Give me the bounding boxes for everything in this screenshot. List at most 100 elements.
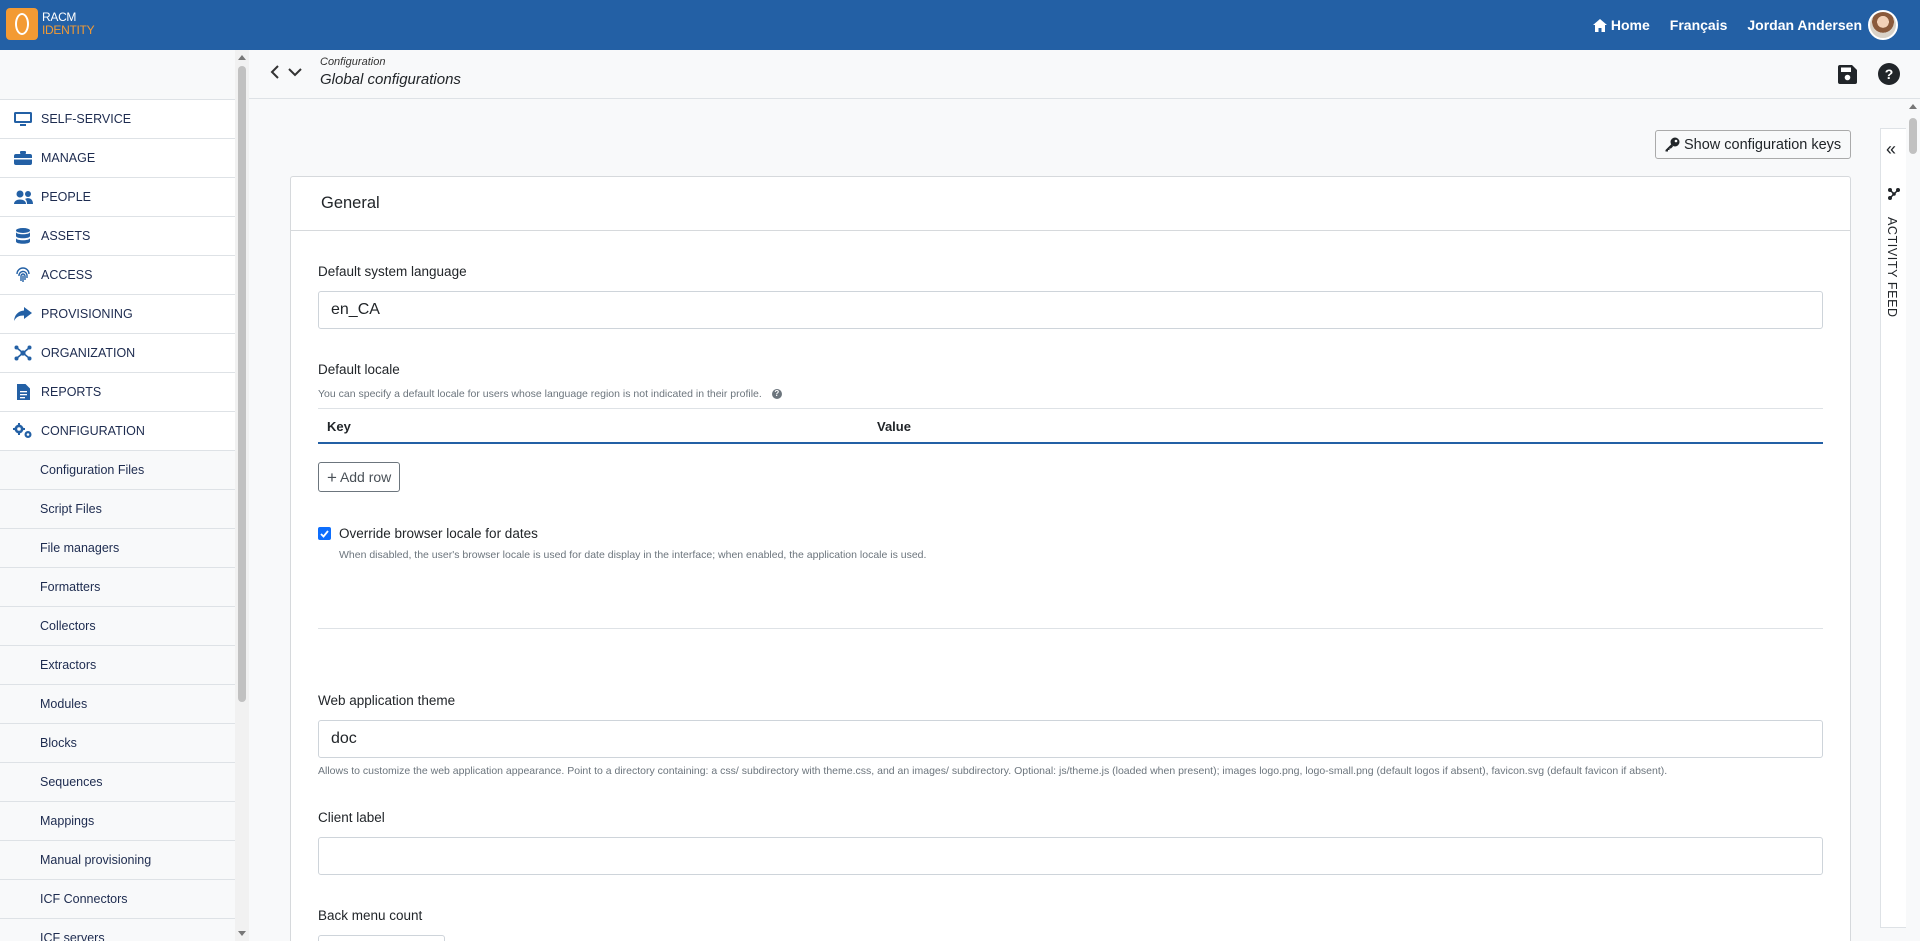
default-language-label: Default system language xyxy=(318,264,467,279)
back-menu-count-input[interactable] xyxy=(318,935,445,941)
column-header-key[interactable]: Key xyxy=(327,419,351,434)
sidebar-subitem-icf-connectors[interactable]: ICF Connectors xyxy=(0,880,235,919)
sidebar-item-people[interactable]: PEOPLE xyxy=(0,178,235,217)
top-nav: Home Français Jordan Andersen xyxy=(1573,0,1898,50)
main-scroll-up-arrow-icon[interactable] xyxy=(1909,104,1917,109)
column-header-value[interactable]: Value xyxy=(877,419,911,434)
client-label-label: Client label xyxy=(318,810,385,825)
monitor-icon xyxy=(13,111,33,127)
sidebar: SELF-SERVICE MANAGE PEOPLE ASSETS ACCESS… xyxy=(0,50,235,941)
override-locale-hint: When disabled, the user's browser locale… xyxy=(339,549,927,561)
add-row-button[interactable]: + Add row xyxy=(318,462,401,492)
sidebar-subitem-formatters[interactable]: Formatters xyxy=(0,568,235,607)
sidebar-item-assets[interactable]: ASSETS xyxy=(0,217,235,256)
sidebar-scroll-thumb[interactable] xyxy=(238,66,246,702)
cogs-icon xyxy=(13,423,33,439)
override-locale-label[interactable]: Override browser locale for dates xyxy=(339,526,538,541)
user-name: Jordan Andersen xyxy=(1747,17,1862,33)
share-icon xyxy=(13,306,33,322)
general-settings-card: General Default system language en_CA De… xyxy=(290,176,1851,941)
theme-input[interactable]: doc xyxy=(318,720,1823,758)
sidebar-item-label: ORGANIZATION xyxy=(41,346,136,360)
default-locale-label: Default locale xyxy=(318,362,400,377)
client-label-input[interactable] xyxy=(318,837,1823,875)
question-circle-icon: ? xyxy=(1878,63,1900,85)
activity-feed-panel: « ACTIVITY FEED xyxy=(1880,128,1906,928)
home-label: Home xyxy=(1610,17,1650,33)
plus-icon: + xyxy=(327,467,337,487)
card-title: General xyxy=(291,177,1850,231)
checkmark-icon xyxy=(320,529,329,538)
users-icon xyxy=(13,189,33,205)
key-icon xyxy=(1665,137,1680,152)
history-dropdown-chevron-icon[interactable] xyxy=(287,64,303,80)
sidebar-subitem-modules[interactable]: Modules xyxy=(0,685,235,724)
back-menu-count-label: Back menu count xyxy=(318,908,423,923)
sidebar-item-label: MANAGE xyxy=(41,151,96,165)
home-icon xyxy=(1592,18,1607,32)
default-locale-hint: You can specify a default locale for use… xyxy=(318,388,762,400)
sidebar-item-label: REPORTS xyxy=(41,385,102,399)
scroll-up-arrow-icon[interactable] xyxy=(238,55,246,60)
database-icon xyxy=(13,228,33,244)
show-configuration-keys-button[interactable]: Show configuration keys xyxy=(1655,130,1852,159)
save-button[interactable] xyxy=(1836,63,1858,85)
sidebar-subitem-manual-provisioning[interactable]: Manual provisioning xyxy=(0,841,235,880)
sidebar-item-organization[interactable]: ORGANIZATION xyxy=(0,334,235,373)
default-locale-table-header: Key Value xyxy=(318,408,1823,444)
logo-line-2: IDENTITY xyxy=(42,23,95,37)
sidebar-item-label: SELF-SERVICE xyxy=(41,112,132,126)
override-locale-checkbox[interactable] xyxy=(318,527,331,540)
page-header: Configuration Global configurations ? xyxy=(249,50,1920,99)
theme-label: Web application theme xyxy=(318,693,456,708)
info-circle-icon[interactable]: ? xyxy=(771,389,782,400)
double-chevron-left-icon[interactable]: « xyxy=(1886,139,1896,160)
sidebar-subitem-blocks[interactable]: Blocks xyxy=(0,724,235,763)
sidebar-subitem-extractors[interactable]: Extractors xyxy=(0,646,235,685)
sidebar-item-label: ASSETS xyxy=(41,229,91,243)
sidebar-item-reports[interactable]: REPORTS xyxy=(0,373,235,412)
file-icon xyxy=(13,384,33,400)
activity-feed-toggle[interactable]: ACTIVITY FEED xyxy=(1885,217,1899,318)
default-language-input[interactable]: en_CA xyxy=(318,291,1823,329)
section-divider xyxy=(318,628,1823,629)
sidebar-subitem-configuration-files[interactable]: Configuration Files xyxy=(0,451,235,490)
main-scrollbar[interactable] xyxy=(1906,100,1920,941)
scroll-down-arrow-icon[interactable] xyxy=(238,931,246,936)
logo-mark-icon xyxy=(6,8,38,40)
sidebar-subitem-collectors[interactable]: Collectors xyxy=(0,607,235,646)
toolbox-icon xyxy=(13,150,33,166)
avatar xyxy=(1868,10,1898,40)
app-logo[interactable]: RACM IDENTITY xyxy=(6,8,95,40)
sidebar-item-manage[interactable]: MANAGE xyxy=(0,139,235,178)
page-title: Global configurations xyxy=(320,71,461,88)
sidebar-subitem-script-files[interactable]: Script Files xyxy=(0,490,235,529)
sidebar-subitem-mappings[interactable]: Mappings xyxy=(0,802,235,841)
sidebar-subitem-sequences[interactable]: Sequences xyxy=(0,763,235,802)
sidebar-item-label: CONFIGURATION xyxy=(41,424,145,438)
top-bar: RACM IDENTITY Home Français Jordan Ander… xyxy=(0,0,1920,50)
sidebar-item-access[interactable]: ACCESS xyxy=(0,256,235,295)
sidebar-item-self-service[interactable]: SELF-SERVICE xyxy=(0,100,235,139)
sidebar-subitem-icf-servers[interactable]: ICF servers xyxy=(0,919,235,941)
breadcrumb: Configuration Global configurations xyxy=(320,56,461,88)
floppy-disk-icon xyxy=(1837,64,1857,84)
sidebar-item-configuration[interactable]: CONFIGURATION xyxy=(0,412,235,451)
sidebar-item-label: PEOPLE xyxy=(41,190,92,204)
home-link[interactable]: Home xyxy=(1592,17,1650,33)
sidebar-item-provisioning[interactable]: PROVISIONING xyxy=(0,295,235,334)
network-icon xyxy=(13,345,33,361)
help-button[interactable]: ? xyxy=(1878,63,1900,85)
user-menu[interactable]: Jordan Andersen xyxy=(1747,10,1898,40)
back-chevron-icon[interactable] xyxy=(269,64,281,80)
theme-hint: Allows to customize the web application … xyxy=(318,765,1668,777)
breadcrumb-parent[interactable]: Configuration xyxy=(320,56,461,68)
add-row-label: Add row xyxy=(339,469,392,485)
language-link[interactable]: Français xyxy=(1670,17,1728,33)
sidebar-item-label: ACCESS xyxy=(41,268,93,282)
main-scroll-thumb[interactable] xyxy=(1909,118,1917,154)
sidebar-top-spacer xyxy=(0,50,235,100)
sidebar-subitem-file-managers[interactable]: File managers xyxy=(0,529,235,568)
sidebar-scrollbar[interactable] xyxy=(235,50,249,941)
show-configuration-keys-label: Show configuration keys xyxy=(1684,136,1842,153)
